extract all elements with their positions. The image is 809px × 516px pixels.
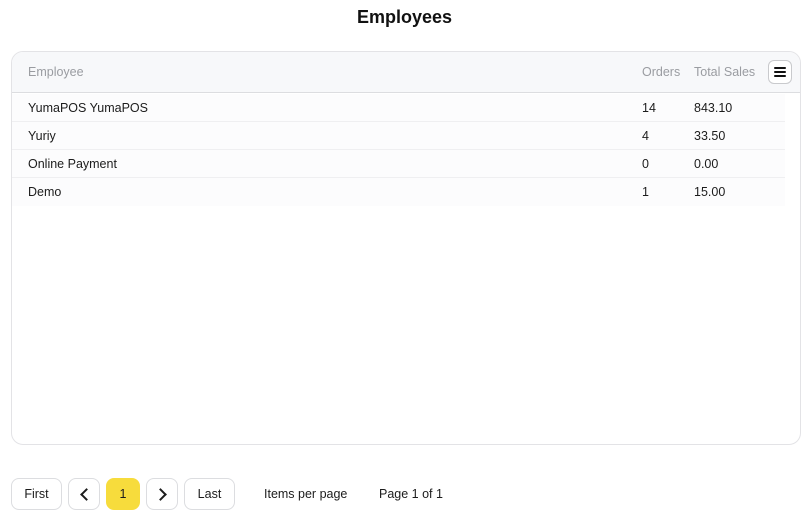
orders-cell: 4 <box>642 129 649 143</box>
total-sales-cell: 0.00 <box>694 157 719 171</box>
total-sales-cell: 33.50 <box>694 129 726 143</box>
table-header: Employee Orders Total Sales <box>12 52 800 93</box>
last-page-button[interactable]: Last <box>184 478 235 510</box>
column-header-orders[interactable]: Orders <box>642 52 680 93</box>
chevron-left-icon <box>79 487 93 501</box>
employee-cell: Yuriy <box>28 129 56 143</box>
next-page-button[interactable] <box>146 478 178 510</box>
pagination: First 1 Last Items per page Page 1 of 1 <box>11 478 801 510</box>
page-info: Page 1 of 1 <box>379 487 443 501</box>
employee-cell: Demo <box>28 185 62 199</box>
column-menu-button[interactable] <box>768 60 792 84</box>
orders-cell: 0 <box>642 157 649 171</box>
total-sales-cell: 843.10 <box>694 101 733 115</box>
page-1-button[interactable]: 1 <box>106 478 140 510</box>
table-row[interactable]: YumaPOS YumaPOS 14 843.10 <box>12 94 785 122</box>
chevron-right-icon <box>153 487 167 501</box>
column-header-employee[interactable]: Employee <box>28 52 84 93</box>
column-header-total-sales[interactable]: Total Sales <box>694 52 755 93</box>
employee-cell: Online Payment <box>28 157 117 171</box>
orders-cell: 1 <box>642 185 649 199</box>
table-body: YumaPOS YumaPOS 14 843.10 Yuriy 4 33.50 … <box>12 94 785 206</box>
employee-cell: YumaPOS YumaPOS <box>28 101 148 115</box>
table-row[interactable]: Yuriy 4 33.50 <box>12 122 785 150</box>
total-sales-cell: 15.00 <box>694 185 726 199</box>
previous-page-button[interactable] <box>68 478 100 510</box>
orders-cell: 14 <box>642 101 656 115</box>
table-row[interactable]: Online Payment 0 0.00 <box>12 150 785 178</box>
first-page-button[interactable]: First <box>11 478 62 510</box>
employees-table: Employee Orders Total Sales YumaPOS Yuma… <box>11 51 801 445</box>
items-per-page-label[interactable]: Items per page <box>264 478 347 510</box>
page-title: Employees <box>356 7 453 27</box>
table-row[interactable]: Demo 1 15.00 <box>12 178 785 206</box>
hamburger-menu-icon <box>774 67 786 77</box>
